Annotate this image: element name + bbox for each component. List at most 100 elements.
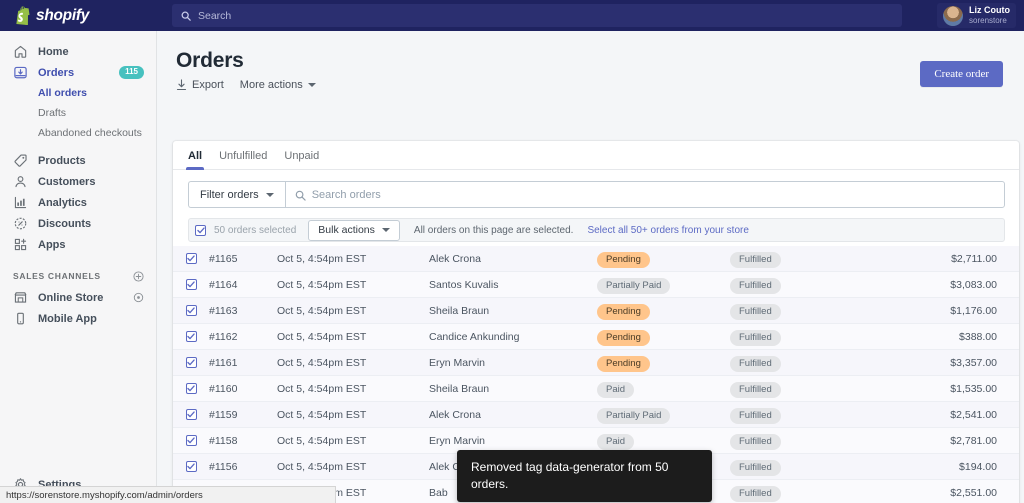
row-checkbox[interactable]: [173, 279, 209, 290]
checkbox-checked-icon: [185, 253, 197, 264]
sidebar-item-online-store[interactable]: Online Store: [0, 287, 156, 308]
sidebar-item-label: Online Store: [38, 291, 104, 304]
table-row[interactable]: #1165 Oct 5, 4:54pm EST Alek Crona Pending F…: [173, 246, 1019, 272]
row-checkbox[interactable]: [173, 435, 209, 446]
checkbox-checked-icon: [185, 305, 197, 316]
table-row[interactable]: #1161 Oct 5, 4:54pm EST Eryn Marvin Pending…: [173, 350, 1019, 376]
cell-customer: Sheila Braun: [429, 304, 490, 317]
cell-order-id: #1159: [209, 408, 238, 421]
sidebar-item-customers[interactable]: Customers: [0, 171, 156, 192]
plus-circle-icon[interactable]: [133, 270, 144, 282]
cell-order-id: #1160: [209, 382, 238, 395]
cell-fulfillment-status: Fulfilled: [730, 431, 858, 450]
status-badge: Pending: [597, 356, 650, 372]
avatar: [943, 5, 963, 26]
checkbox-checked-icon[interactable]: [195, 224, 206, 236]
orders-card: All Unfulfilled Unpaid Filter orders Sea…: [173, 141, 1019, 503]
cell-total: $1,535.00: [950, 382, 997, 395]
cell-total: $2,551.00: [950, 486, 997, 499]
cell-payment-status: Pending: [597, 327, 730, 346]
row-checkbox[interactable]: [173, 305, 209, 316]
sidebar-item-discounts[interactable]: Discounts: [0, 213, 156, 234]
search-orders-input[interactable]: Search orders: [284, 181, 1005, 208]
table-row[interactable]: #1160 Oct 5, 4:54pm EST Sheila Braun Paid Fu…: [173, 376, 1019, 402]
row-checkbox[interactable]: [173, 383, 209, 394]
apps-grid-icon: [13, 237, 28, 252]
tab-unpaid[interactable]: Unpaid: [284, 141, 319, 169]
cell-customer: Alek Crona: [429, 408, 481, 421]
status-badge: Paid: [597, 382, 635, 398]
row-checkbox[interactable]: [173, 357, 209, 368]
bulk-actions-button[interactable]: Bulk actions: [308, 219, 400, 241]
browser-status-bar: https://sorenstore.myshopify.com/admin/o…: [0, 486, 336, 503]
cell-order-id: #1165: [209, 252, 238, 265]
shopify-bag-icon: [14, 6, 31, 25]
bulk-actions-label: Bulk actions: [318, 224, 375, 236]
home-icon: [13, 44, 28, 59]
create-order-button[interactable]: Create order: [920, 61, 1003, 87]
sidebar: Home Orders 115 All orders Drafts Abando…: [0, 31, 157, 503]
export-label: Export: [192, 79, 224, 91]
customers-person-icon: [13, 174, 28, 189]
user-menu[interactable]: Liz Couto sorenstore: [937, 3, 1016, 28]
page-action-group: Export More actions: [176, 79, 316, 91]
status-badge: Fulfilled: [730, 460, 781, 476]
row-checkbox[interactable]: [173, 331, 209, 342]
sidebar-item-apps[interactable]: Apps: [0, 234, 156, 255]
global-search-input[interactable]: Search: [172, 4, 902, 27]
cell-total: $2,711.00: [951, 252, 997, 265]
row-checkbox[interactable]: [173, 409, 209, 420]
sidebar-item-mobile-app[interactable]: Mobile App: [0, 308, 156, 329]
more-actions-button[interactable]: More actions: [240, 79, 316, 91]
status-badge: Fulfilled: [730, 356, 781, 372]
cell-order-date: Oct 5, 4:54pm EST: [277, 304, 367, 317]
row-checkbox[interactable]: [173, 253, 209, 264]
select-all-orders-link[interactable]: Select all 50+ orders from your store: [587, 225, 748, 236]
shopify-admin-orders-page: shopify Search Liz Couto sorenstore Home…: [0, 0, 1024, 503]
eye-icon[interactable]: [133, 292, 144, 303]
cell-customer: Santos Kuvalis: [429, 278, 499, 291]
status-badge: Pending: [597, 252, 650, 268]
cell-order-id: #1161: [209, 356, 238, 369]
search-icon: [181, 11, 191, 21]
sidebar-item-drafts[interactable]: Drafts: [38, 103, 156, 123]
shopify-logo[interactable]: shopify: [0, 0, 168, 31]
search-orders-placeholder: Search orders: [311, 188, 381, 201]
status-badge: Fulfilled: [730, 330, 781, 346]
sidebar-item-label: Customers: [38, 175, 96, 188]
status-badge: Fulfilled: [730, 382, 781, 398]
table-row[interactable]: #1162 Oct 5, 4:54pm EST Candice Ankunding P…: [173, 324, 1019, 350]
status-url: https://sorenstore.myshopify.com/admin/o…: [6, 489, 203, 501]
cell-fulfillment-status: Fulfilled: [730, 405, 858, 424]
tab-label: All: [188, 150, 203, 162]
cell-customer: Eryn Marvin: [429, 434, 486, 447]
tab-label: Unfulfilled: [219, 150, 268, 162]
cell-payment-status: Paid: [597, 379, 730, 398]
tab-all[interactable]: All: [185, 141, 205, 170]
sidebar-item-products[interactable]: Products: [0, 150, 156, 171]
orders-tabs: All Unfulfilled Unpaid: [173, 141, 1019, 170]
checkbox-checked-icon: [185, 279, 197, 290]
cell-fulfillment-status: Fulfilled: [730, 301, 858, 320]
status-badge: Fulfilled: [730, 434, 781, 450]
filter-orders-label: Filter orders: [200, 188, 259, 201]
table-row[interactable]: #1164 Oct 5, 4:54pm EST Santos Kuvalis Part…: [173, 272, 1019, 298]
sidebar-item-orders[interactable]: Orders 115: [0, 62, 156, 83]
sidebar-item-analytics[interactable]: Analytics: [0, 192, 156, 213]
export-button[interactable]: Export: [176, 79, 224, 91]
table-row[interactable]: #1159 Oct 5, 4:54pm EST Alek Crona Partiall…: [173, 402, 1019, 428]
mobile-phone-icon: [13, 311, 28, 326]
sidebar-item-abandoned-checkouts[interactable]: Abandoned checkouts: [38, 123, 156, 143]
status-badge: Partially Paid: [597, 408, 671, 424]
sales-channels-header: SALES CHANNELS: [0, 265, 156, 287]
filter-orders-button[interactable]: Filter orders: [188, 181, 285, 208]
cell-order-date: Oct 5, 4:54pm EST: [277, 434, 367, 447]
sidebar-item-home[interactable]: Home: [0, 41, 156, 62]
row-checkbox[interactable]: [173, 461, 209, 472]
tab-unfulfilled[interactable]: Unfulfilled: [219, 141, 267, 169]
toast-notification[interactable]: Removed tag data-generator from 50 order…: [457, 450, 712, 502]
sidebar-item-all-orders[interactable]: All orders: [38, 83, 156, 103]
table-row[interactable]: #1163 Oct 5, 4:54pm EST Sheila Braun Pendin…: [173, 298, 1019, 324]
status-badge: Fulfilled: [730, 252, 781, 268]
cell-payment-status: Pending: [597, 301, 730, 320]
